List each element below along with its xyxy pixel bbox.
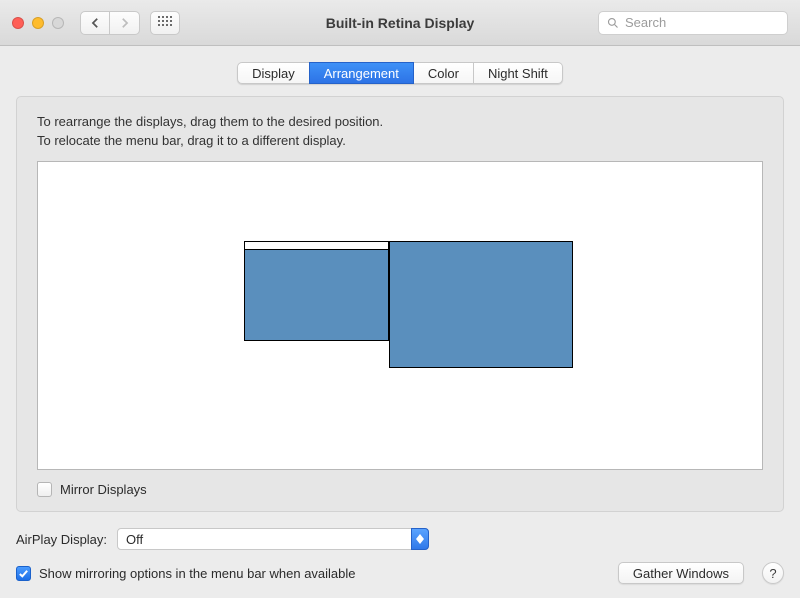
tab-color[interactable]: Color [414,62,474,84]
airplay-select[interactable]: Off [117,528,429,550]
instructions-line-2: To relocate the menu bar, drag it to a d… [37,132,763,151]
minimize-icon[interactable] [32,17,44,29]
prefpane-body: Display Arrangement Color Night Shift To… [0,46,800,598]
display-arrangement-canvas[interactable] [37,161,763,470]
back-button[interactable] [80,11,110,35]
select-stepper-icon [411,528,429,550]
titlebar: Built-in Retina Display [0,0,800,46]
show-all-button[interactable] [150,11,180,35]
close-icon[interactable] [12,17,24,29]
search-field[interactable] [598,11,788,35]
mirror-displays-row: Mirror Displays [37,482,763,497]
show-mirroring-checkbox[interactable] [16,566,31,581]
instructions-line-1: To rearrange the displays, drag them to … [37,113,763,132]
gather-windows-button[interactable]: Gather Windows [618,562,744,584]
display-primary[interactable] [244,241,389,341]
chevron-left-icon [91,17,100,29]
nav-buttons [80,11,140,35]
airplay-selected-value: Off [126,532,143,547]
tab-night-shift[interactable]: Night Shift [474,62,563,84]
tab-bar: Display Arrangement Color Night Shift [237,62,563,84]
mirror-displays-label: Mirror Displays [60,482,147,497]
grid-icon [158,16,172,30]
help-button[interactable]: ? [762,562,784,584]
airplay-row: AirPlay Display: Off [16,528,784,550]
search-input[interactable] [625,15,779,30]
window-controls [12,17,64,29]
menubar-handle[interactable] [245,242,388,250]
airplay-label: AirPlay Display: [16,532,107,547]
instructions: To rearrange the displays, drag them to … [37,113,763,151]
bottom-row: Show mirroring options in the menu bar w… [16,562,784,584]
maximize-icon[interactable] [52,17,64,29]
display-secondary[interactable] [389,241,573,368]
show-mirroring-label: Show mirroring options in the menu bar w… [39,566,356,581]
mirror-displays-checkbox[interactable] [37,482,52,497]
tab-display[interactable]: Display [237,62,310,84]
forward-button[interactable] [110,11,140,35]
search-icon [607,17,619,29]
chevron-right-icon [120,17,129,29]
arrangement-card: To rearrange the displays, drag them to … [16,96,784,512]
tab-arrangement[interactable]: Arrangement [309,62,414,84]
